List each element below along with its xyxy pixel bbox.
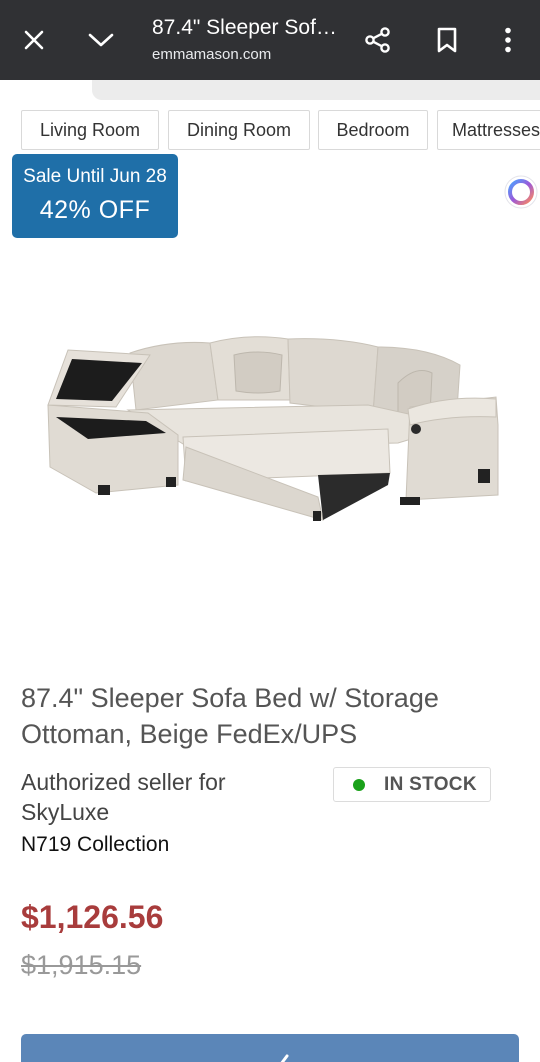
discount-percent: 42% OFF xyxy=(39,196,151,224)
site-search-bar-fragment[interactable] xyxy=(92,80,540,100)
category-nav: Living Room Dining Room Bedroom Mattress… xyxy=(0,110,540,152)
chevron-down-icon[interactable] xyxy=(81,20,121,60)
category-chip-dining-room[interactable]: Dining Room xyxy=(168,110,310,150)
bookmark-icon[interactable] xyxy=(427,20,467,60)
stock-status-label: IN STOCK xyxy=(384,773,477,795)
page-title-block[interactable]: 87.4" Sleeper Sofa Bed w/ Storage Ottoma… xyxy=(152,14,342,66)
page-title: 87.4" Sleeper Sofa Bed w/ Storage Ottoma… xyxy=(152,16,342,39)
sale-badge: Sale Until Jun 28 42% OFF xyxy=(12,154,178,238)
seller-info: Authorized seller for SkyLuxe xyxy=(21,769,226,825)
sale-price: $1,126.56 xyxy=(21,899,164,935)
page-url: emmamason.com xyxy=(152,46,272,63)
category-chip-living-room[interactable]: Living Room xyxy=(21,110,159,150)
product-image[interactable] xyxy=(38,325,502,535)
original-price: $1,915.15 xyxy=(21,950,142,980)
cta-icon xyxy=(280,1054,289,1062)
sale-deadline: Sale Until Jun 28 xyxy=(23,166,167,187)
more-vert-icon[interactable] xyxy=(488,20,528,60)
add-to-cart-button[interactable] xyxy=(21,1034,519,1062)
collection-link[interactable]: N719 Collection xyxy=(21,832,169,858)
category-chip-bedroom[interactable]: Bedroom xyxy=(318,110,428,150)
close-icon[interactable] xyxy=(14,20,54,60)
assistant-icon[interactable] xyxy=(500,172,540,212)
in-stock-dot-icon xyxy=(353,778,365,791)
share-icon[interactable] xyxy=(358,20,398,60)
product-title: 87.4" Sleeper Sofa Bed w/ Storage Ottoma… xyxy=(21,683,439,749)
browser-toolbar: 87.4" Sleeper Sofa Bed w/ Storage Ottoma… xyxy=(0,0,540,80)
category-chip-mattresses[interactable]: Mattresses xyxy=(437,110,540,150)
stock-status-badge: IN STOCK xyxy=(333,767,491,802)
